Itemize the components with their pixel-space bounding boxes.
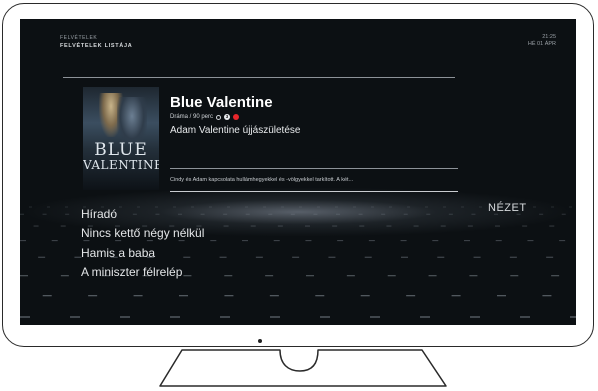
description-text: Cindy és Adam kapcsolata hullámhegyekkel… [170, 177, 354, 183]
power-indicator [258, 339, 262, 343]
record-dot-icon [233, 114, 240, 120]
episode-title: Adam Valentine újjászületése [170, 125, 301, 136]
clock-icon [216, 114, 222, 120]
poster-title-line1: BLUE [94, 140, 148, 160]
tv-illustration: FELVÉTELEK FELVÉTELEK LISTÁJA 21:25 HÉ 0… [0, 0, 598, 391]
view-button[interactable]: NÉZET [488, 202, 527, 214]
poster-figure [117, 97, 147, 145]
recording-meta: Dráma / 90 perc 3 [170, 114, 240, 120]
divider-description [170, 168, 458, 169]
time-label: 21:25 [542, 34, 556, 40]
page-title: FELVÉTELEK LISTÁJA [60, 43, 133, 49]
list-item-hamis-a-baba[interactable]: Hamis a baba [81, 246, 155, 260]
list-item-hirado[interactable]: Híradó [81, 207, 117, 221]
list-item-miniszter[interactable]: A miniszter félrelép [81, 265, 182, 279]
clock: 21:25 HÉ 01 ÁPR [528, 34, 556, 48]
movie-poster[interactable]: BLUE VALENTINE [83, 87, 159, 190]
episode-number-icon: 3 [224, 114, 231, 120]
genre-duration: Dráma / 90 perc [170, 114, 214, 120]
breadcrumb-parent: FELVÉTELEK [60, 35, 98, 41]
recording-title: Blue Valentine [170, 94, 273, 111]
date-label: HÉ 01 ÁPR [527, 41, 556, 47]
tv-screen: FELVÉTELEK FELVÉTELEK LISTÁJA 21:25 HÉ 0… [20, 19, 576, 325]
divider-bottom [170, 191, 458, 192]
divider-top [63, 77, 455, 78]
poster-title-line2: VALENTINE [83, 158, 159, 172]
list-item-nincs-ketto[interactable]: Nincs kettő négy nélkül [81, 226, 204, 240]
